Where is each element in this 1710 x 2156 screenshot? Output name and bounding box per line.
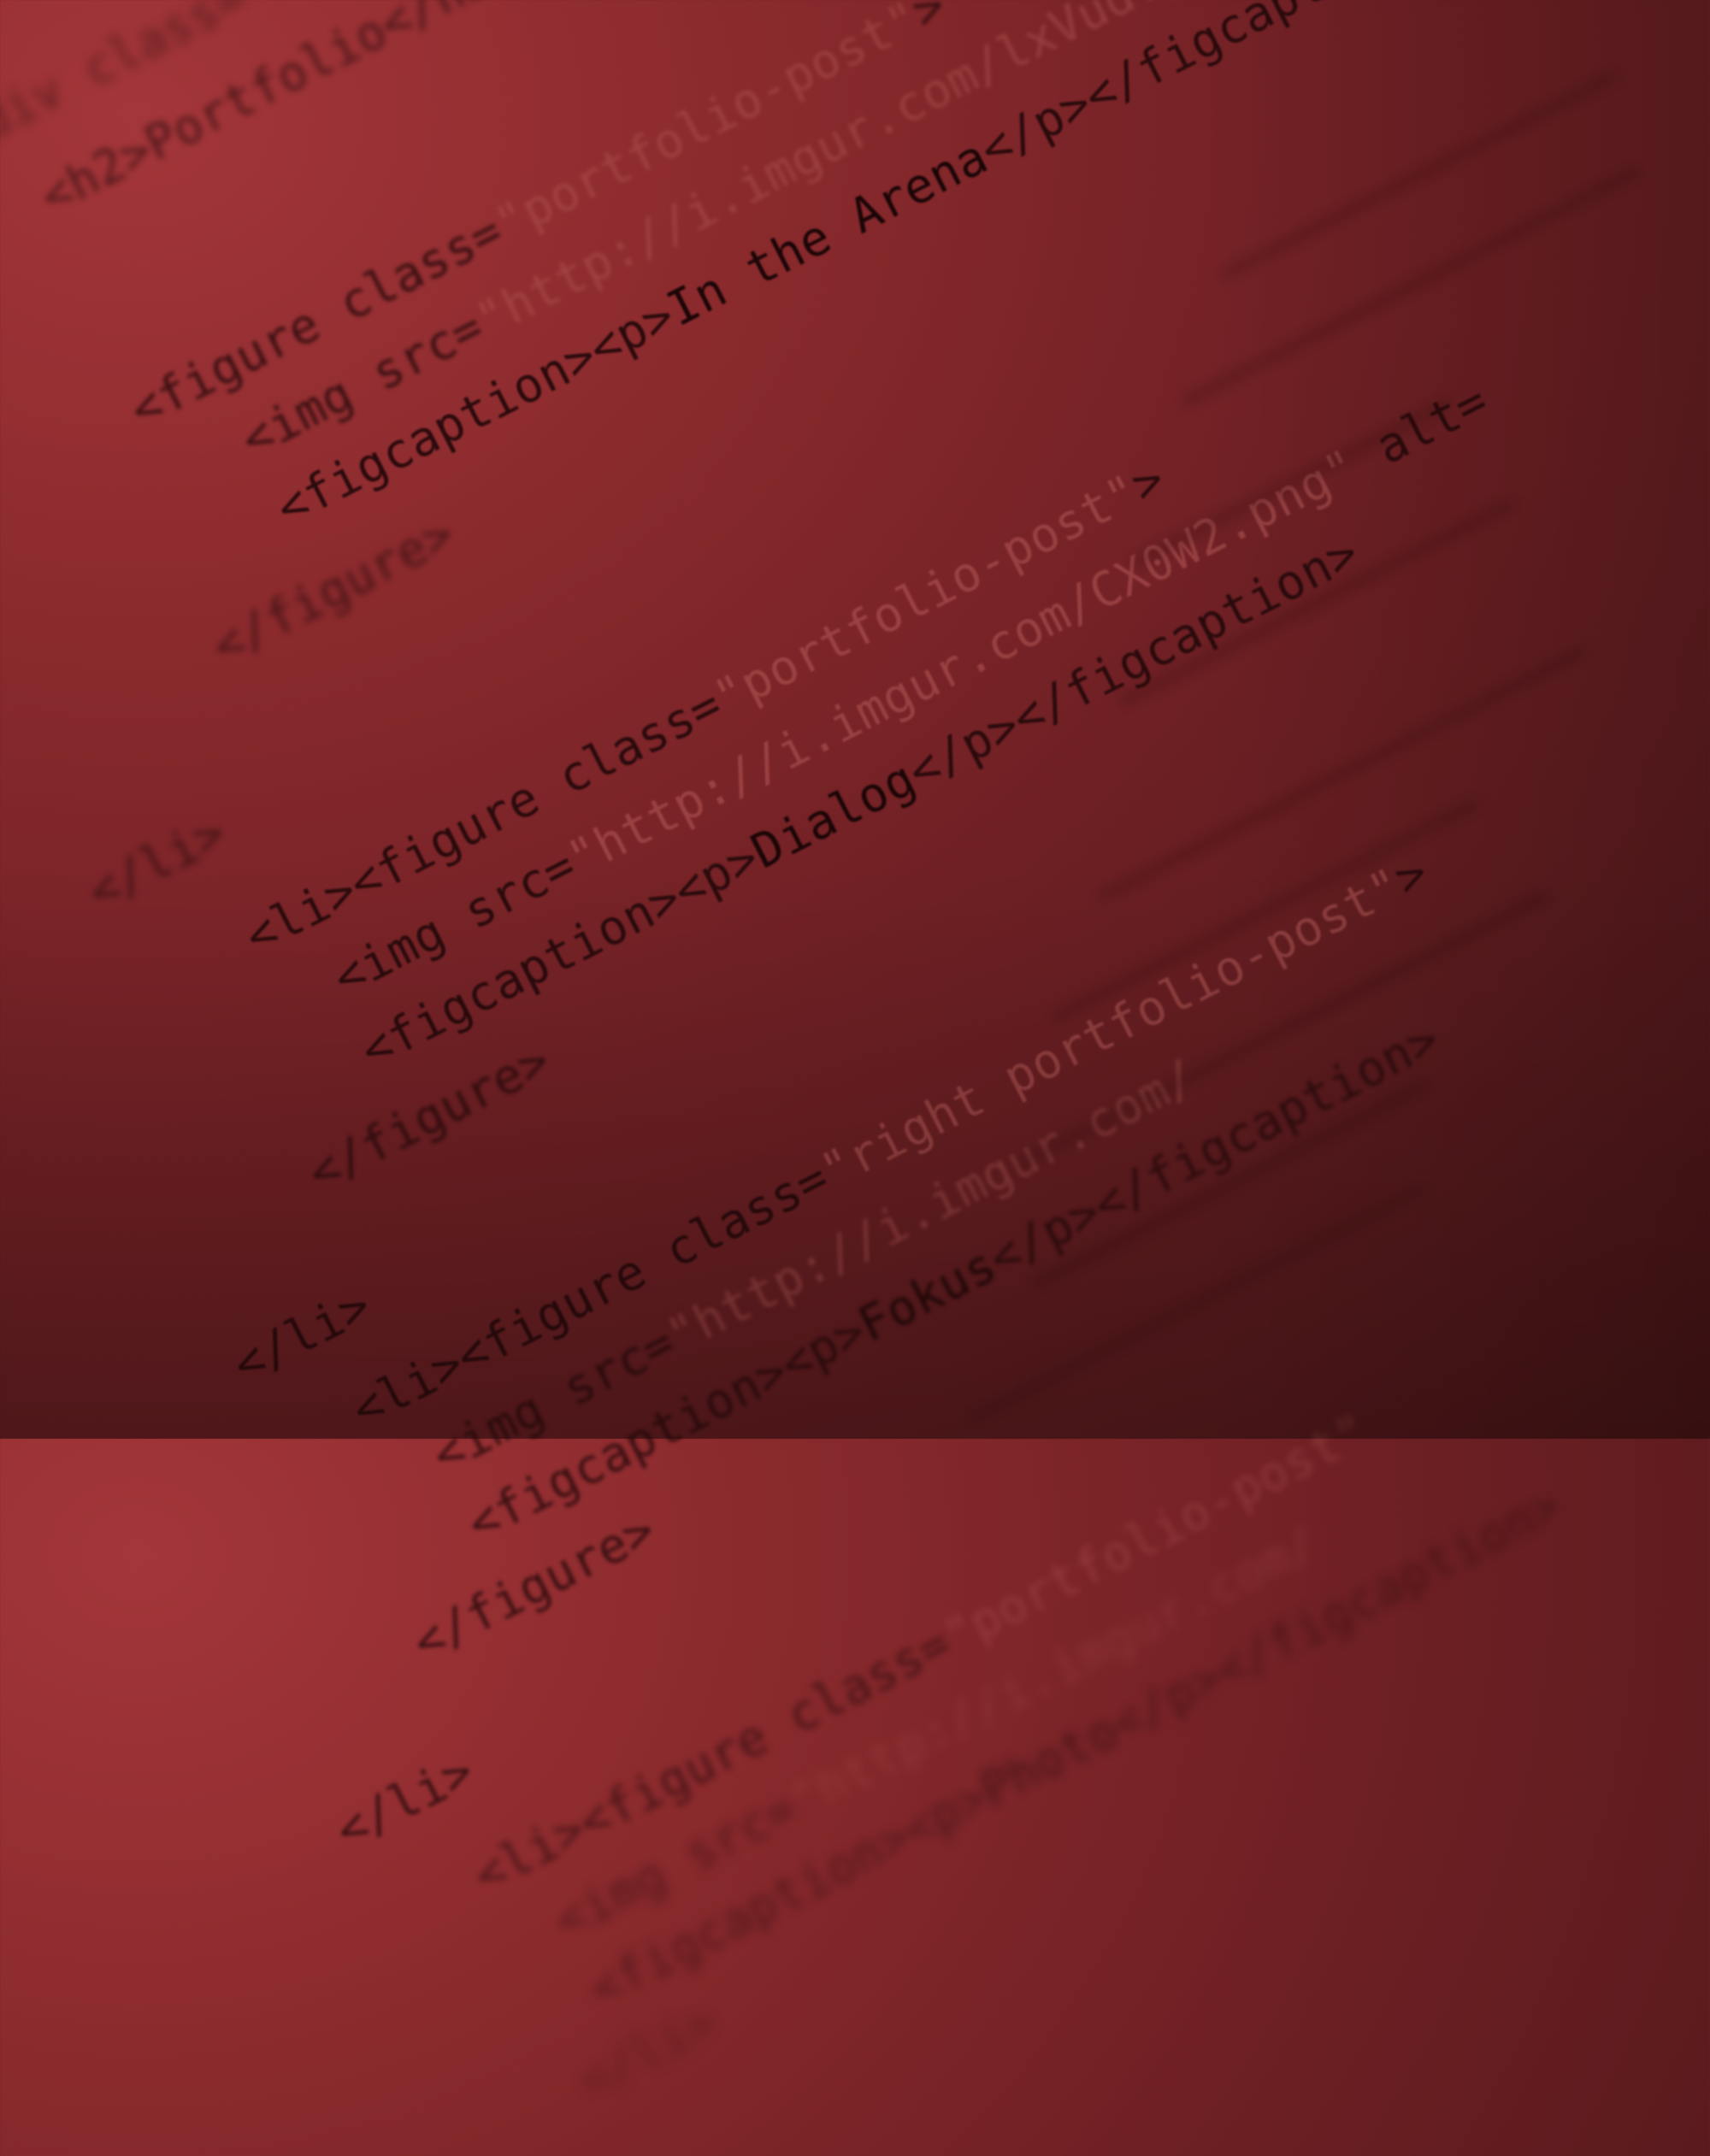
tag-text: </li> <box>569 1994 726 2110</box>
tag-text: </li> <box>79 804 235 921</box>
tag-text: </figure> <box>299 1033 560 1202</box>
tag-text: </figure> <box>203 505 463 675</box>
tag-text: </li> <box>327 1743 483 1859</box>
tag-text: alt= <box>1341 373 1497 489</box>
code-line: </li> <box>80 804 235 921</box>
code-line: </figure> <box>203 506 463 675</box>
code-line: </figure> <box>299 1033 559 1202</box>
tag-text: </figure> <box>404 1502 664 1672</box>
code-line: </li> <box>224 1278 380 1394</box>
string-literal: "right portfolio-post" <box>812 857 1412 1200</box>
code-line: <img src="http://i.imgur.com/ <box>546 1515 1328 1949</box>
code-line: </li> <box>570 1994 726 2110</box>
code-line: <img src="http://i.imgur.com/ <box>424 1049 1206 1483</box>
code-editor-text: <div class="inner-cont<h2>Portfolio</h2>… <box>0 0 1710 2110</box>
code-line: </li> <box>327 1743 483 1859</box>
code-line: </figure> <box>404 1502 664 1671</box>
tag-text: </li> <box>224 1277 380 1394</box>
